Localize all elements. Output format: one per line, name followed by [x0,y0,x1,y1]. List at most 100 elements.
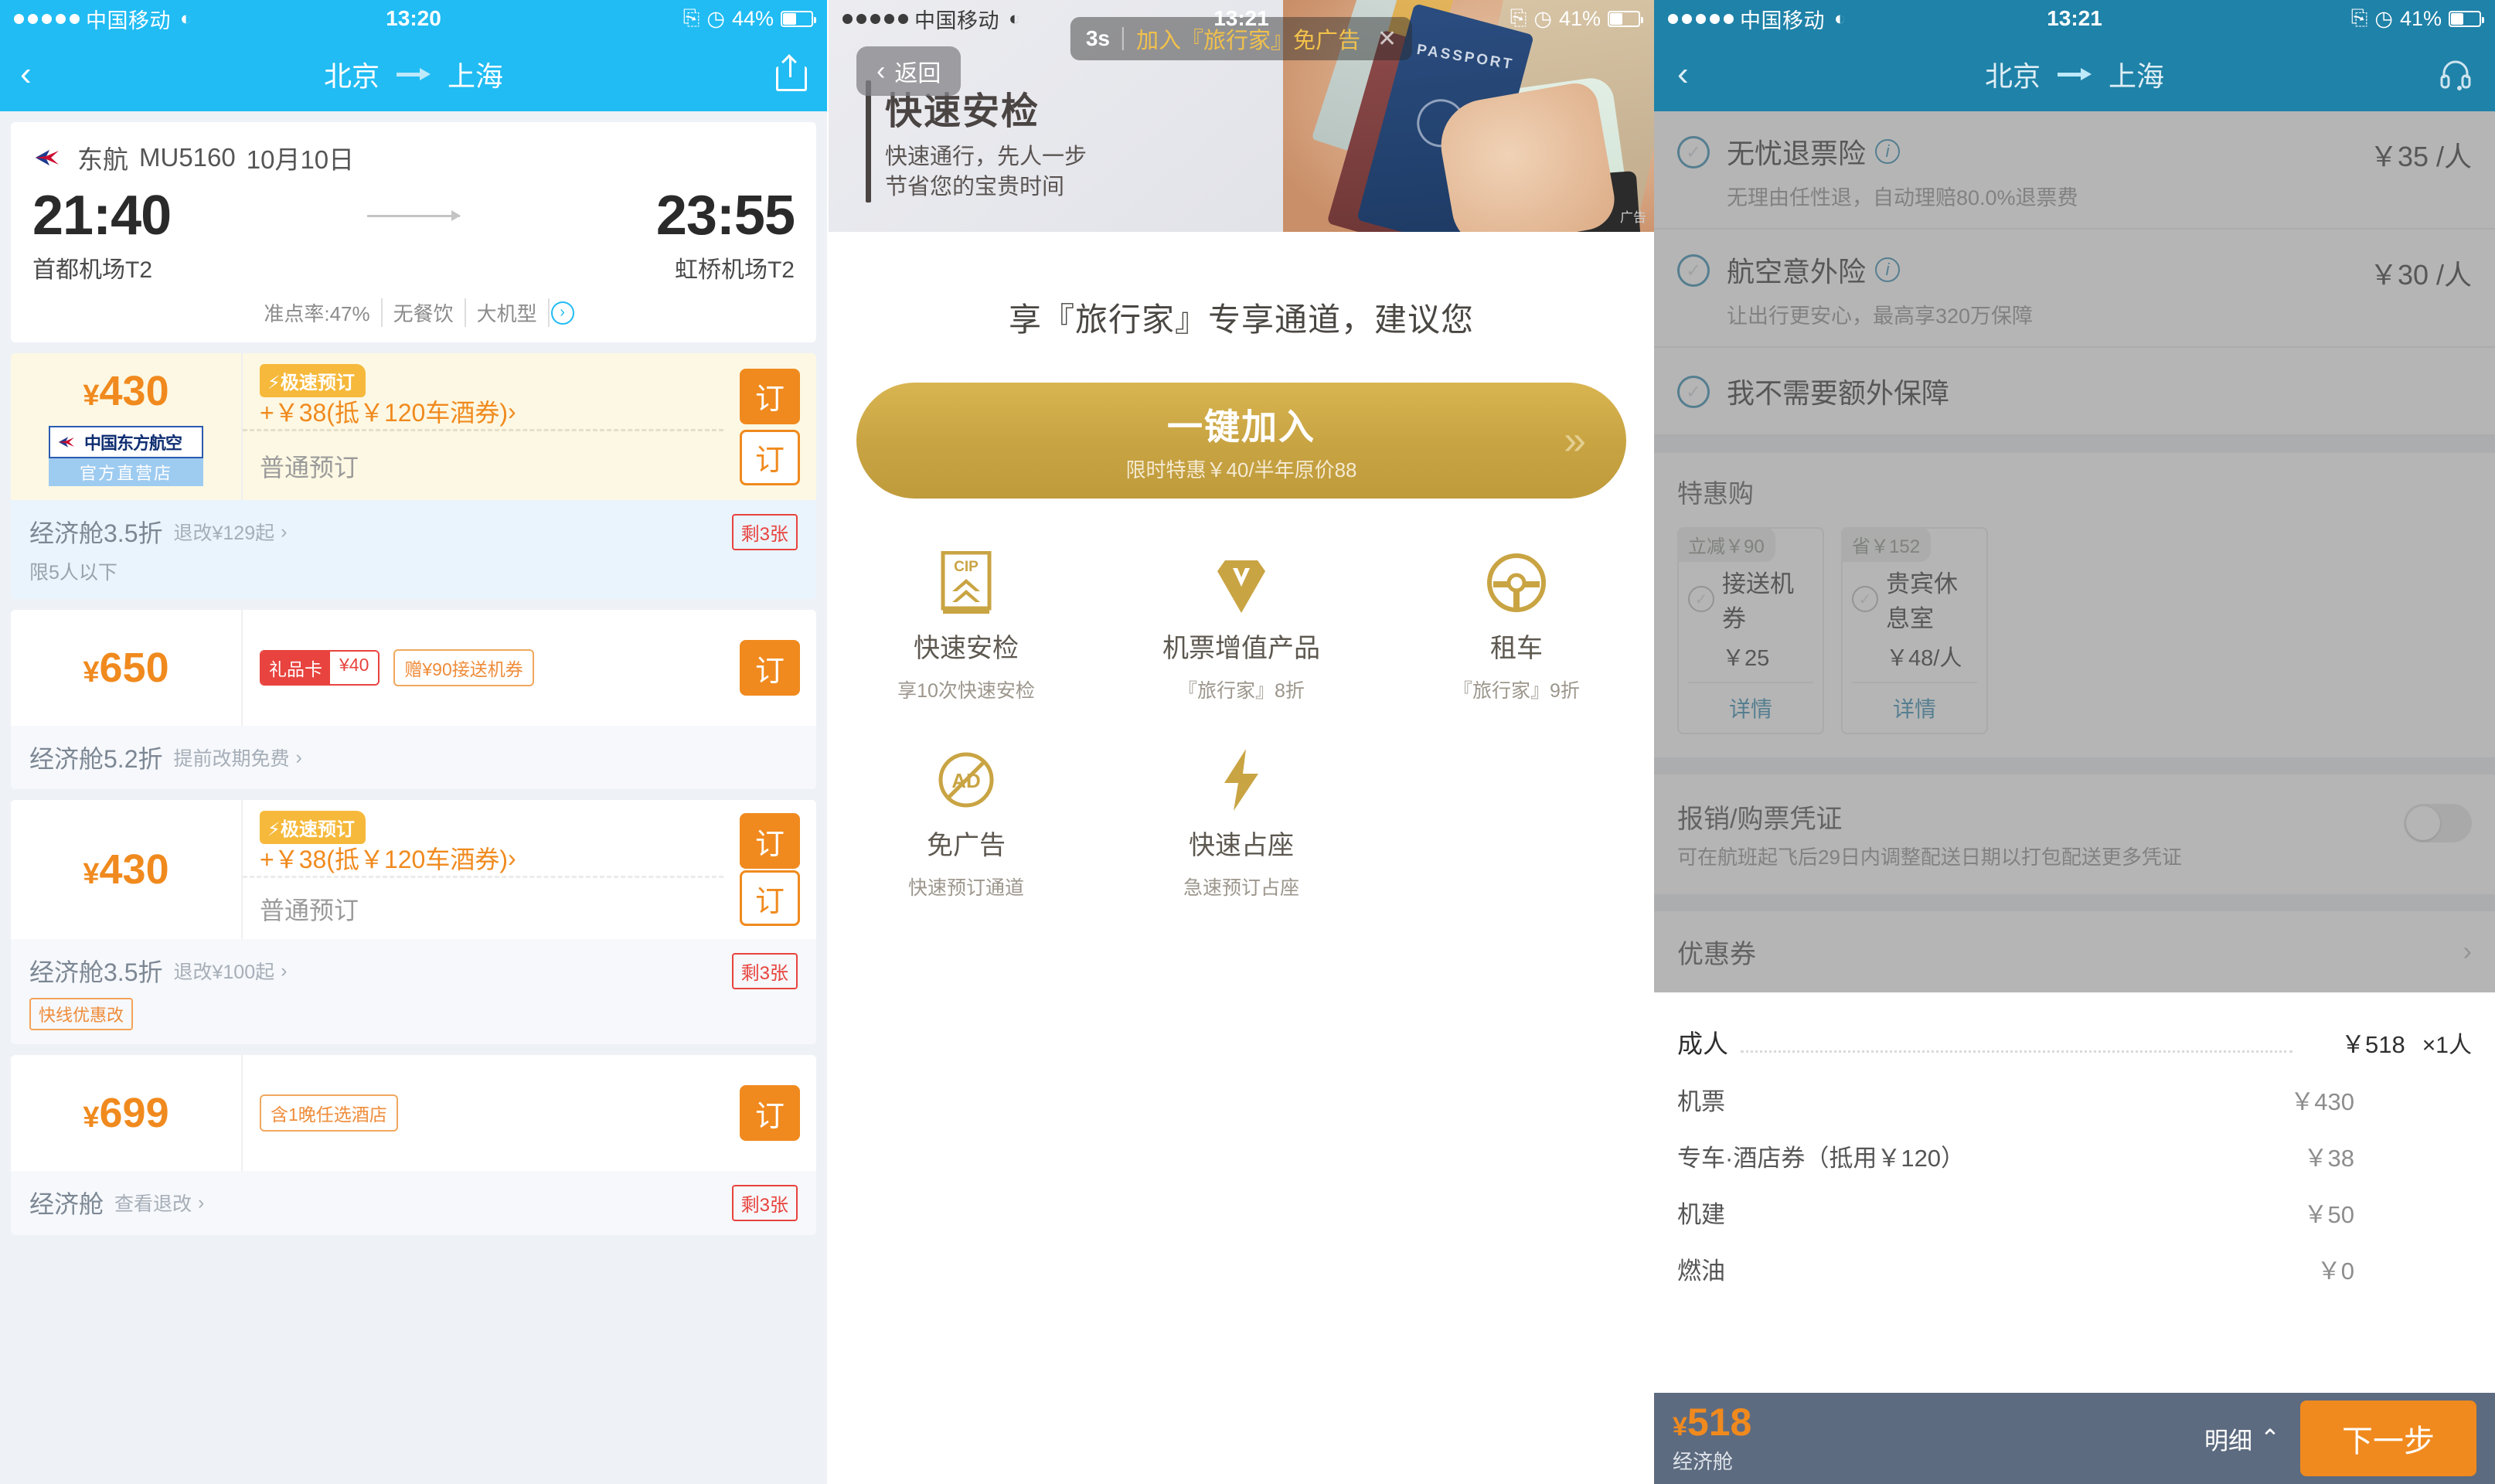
screen-membership-ad: PASSPORT 中国移动 ◐ 13:21 ⎘ ◷ 41% ‹ 返回 3s 加入… [827,0,1654,1484]
fare-option-express[interactable]: ⚡极速预订 +￥38(抵￥120车酒券) › [243,353,723,429]
benefit-desc: 急速预订占座 [1183,877,1299,899]
fare-top: ¥430 ⚡极速预订 +￥38(抵￥120车酒券) › 普通预订 订 订 [11,800,816,939]
seats-left-badge: 剩3张 [731,953,798,989]
insurance-option-accident[interactable]: ✓ 航空意外险 i 让出行更安心，最高享320万保障 ￥30 /人 [1654,230,2495,348]
gift-card-amount: ¥40 [330,652,379,684]
wifi-icon: ◐ [1834,7,1847,29]
insurance-option-none[interactable]: ✓ 我不需要额外保障 [1654,348,2495,436]
normal-booking-label: 普通预订 [260,896,359,924]
info-icon[interactable]: i [1875,257,1901,282]
arrow-right-icon [397,68,431,80]
chevron-left-icon: ‹ [876,56,886,86]
benefit-desc: 『旅行家』9折 [1453,680,1580,702]
fare-cabin-row[interactable]: 经济舱3.5折 退改¥100起 › [29,953,732,989]
breakdown-row: 专车·酒店券（抵用￥120） ￥38 [1677,1128,2472,1184]
breakdown-value: ￥38 [2303,1145,2354,1173]
cip-icon: CIP [829,550,1104,616]
book-button-normal[interactable]: 订 [740,870,800,926]
benefit-item[interactable]: AD 免广告 快速预订通道 [829,747,1104,900]
benefit-item-empty [1379,747,1654,900]
radio-button[interactable]: ✓ [1677,254,1710,287]
promo-card-transfer[interactable]: 立减￥90 ✓ 接送机券 ￥25 详情 [1677,527,1824,734]
breakdown-value: ￥50 [2303,1201,2354,1229]
next-step-button[interactable]: 下一步 [2300,1401,2476,1476]
fare-cabin-row[interactable]: 经济舱 查看退改 › [29,1185,732,1220]
back-button[interactable]: ‹ [1677,57,1689,91]
fare-option-normal[interactable]: 普通预订 [243,429,723,500]
fare-option-normal[interactable]: 普通预订 [243,876,723,939]
fare-card[interactable]: ¥430 ⚡极速预订 +￥38(抵￥120车酒券) › 普通预订 订 订 经济舱… [11,800,816,1044]
fare-card[interactable]: ¥699 含1晚任选酒店 订 经济舱 查看退改 › 剩3张 [11,1055,816,1235]
benefit-title: 快速安检 [913,634,1019,663]
breakdown-label: 机建 [1677,1201,1725,1229]
promo-section: 特惠购 立减￥90 ✓ 接送机券 ￥25 详情 省￥152 ✓ 贵宾休息室 ￥4… [1654,453,2495,757]
fare-option-express[interactable]: ⚡极速预订 +￥38(抵￥120车酒券) › [243,800,723,876]
book-button-express[interactable]: 订 [740,368,800,424]
join-membership-button[interactable]: 一键加入 限时特惠￥40/半年原价88 » [856,383,1626,499]
total-price-block: ¥518 经济舱 [1673,1403,1751,1475]
promo-detail-link[interactable]: 详情 [1688,682,1813,723]
radio-button[interactable]: ✓ [1688,586,1714,612]
signal-dots-icon [1668,13,1734,24]
radio-button[interactable]: ✓ [1852,586,1878,612]
flight-summary-card[interactable]: 东航 MU5160 10月10日 21:40 23:55 首都机场T2 虹桥机场… [11,122,816,342]
flight-date: 10月10日 [246,145,355,174]
ad-headline: 享『旅行家』专享通道，建议您 [1008,301,1474,338]
invoice-title: 报销/购票凭证 [1677,805,1843,834]
back-button[interactable]: ‹ [20,57,32,91]
benefit-item[interactable]: 机票增值产品 『旅行家』8折 [1104,550,1379,703]
share-icon[interactable] [776,57,807,91]
benefit-item[interactable]: CIP 快速安检 享10次快速安检 [829,550,1104,703]
fare-buttons: 订 订 [723,353,816,500]
fare-cabin-row[interactable]: 经济舱3.5折 退改¥129起 › [29,514,732,550]
radio-button[interactable]: ✓ [1677,136,1710,168]
total-price: ¥518 [1673,1400,1752,1444]
carrier-name: 中国移动 [914,9,999,32]
book-button[interactable]: 订 [740,640,800,696]
meal-info: 无餐饮 [383,298,466,327]
insurance-option-refund[interactable]: ✓ 无忧退票险 i 无理由任性退，自动理赔80.0%退票费 ￥35 /人 [1654,111,2495,230]
back-button[interactable]: ‹ 返回 [856,46,962,96]
info-icon[interactable]: i [1875,139,1901,164]
destination-city: 上海 [2109,60,2165,92]
fare-promo-row: 礼品卡 ¥40 赠¥90接送机券 [243,610,723,726]
status-left: 中国移动 ◐ [1668,4,1846,34]
ad-hero-banner[interactable]: PASSPORT 中国移动 ◐ 13:21 ⎘ ◷ 41% ‹ 返回 3s 加入… [829,0,1654,232]
ad-label: 广告 [1620,210,1646,225]
benefit-title: 快速占座 [1188,831,1294,860]
page-title: 北京 上海 [1654,54,2495,94]
book-button-normal[interactable]: 订 [740,429,800,485]
radio-button[interactable]: ✓ [1677,376,1710,408]
flight-meta[interactable]: 准点率:47% 无餐饮 大机型 › [32,298,795,327]
book-button-express[interactable]: 订 [740,813,800,869]
headset-icon[interactable] [2439,58,2472,90]
promo-card-lounge[interactable]: 省￥152 ✓ 贵宾休息室 ￥48/人 详情 [1841,527,1988,734]
invoice-toggle[interactable] [2404,804,2472,842]
fare-options: ⚡极速预订 +￥38(抵￥120车酒券) › 普通预订 [243,353,723,500]
refund-policy[interactable]: 退改¥129起 › [174,518,288,546]
breakdown-label: 燃油 [1677,1258,1725,1285]
promo-detail-link[interactable]: 详情 [1852,682,1977,723]
breakdown-value: ￥430 [2290,1088,2354,1116]
book-button[interactable]: 订 [740,1085,800,1141]
benefit-item[interactable]: 租车 『旅行家』9折 [1379,550,1654,703]
refund-policy[interactable]: 查看退改 › [114,1189,204,1217]
invoice-section[interactable]: 报销/购票凭证 可在航班起飞后29日内调整配送日期以打包配送更多凭证 [1654,774,2495,895]
dotted-leader [1741,1050,2292,1053]
coupon-row[interactable]: 优惠券 › [1654,911,2495,993]
fare-cabin-row[interactable]: 经济舱5.2折 提前改期免费 › [29,740,798,775]
promo-discount-tag: 立减￥90 [1677,527,1775,562]
benefit-item[interactable]: 快速占座 急速预订占座 [1104,747,1379,900]
chevron-right-icon[interactable]: › [550,301,574,325]
fare-card[interactable]: ¥430 中国东方航空 官方直营店 ⚡极速预订 +￥38(抵￥120车酒券) › [11,353,816,599]
fare-card[interactable]: ¥650 礼品卡 ¥40 赠¥90接送机券 订 经济舱5.2折 提前改期免费 › [11,610,816,789]
alarm-icon: ◷ [2374,6,2393,30]
price-detail-toggle[interactable]: 明细 ⌃ [2204,1421,2280,1456]
refund-policy[interactable]: 提前改期免费 › [174,744,302,771]
refund-policy[interactable]: 退改¥100起 › [174,957,288,985]
navigation-bar: ‹ 北京 上海 [1654,37,2495,111]
alarm-icon: ◷ [706,6,725,30]
cabin-class: 经济舱3.5折 [29,519,163,547]
fare-top: ¥430 中国东方航空 官方直营店 ⚡极速预订 +￥38(抵￥120车酒券) › [11,353,816,500]
benefits-grid: CIP 快速安检 享10次快速安检 机票增值产品 『旅行家』8折 租车 『旅行家… [829,550,1654,944]
